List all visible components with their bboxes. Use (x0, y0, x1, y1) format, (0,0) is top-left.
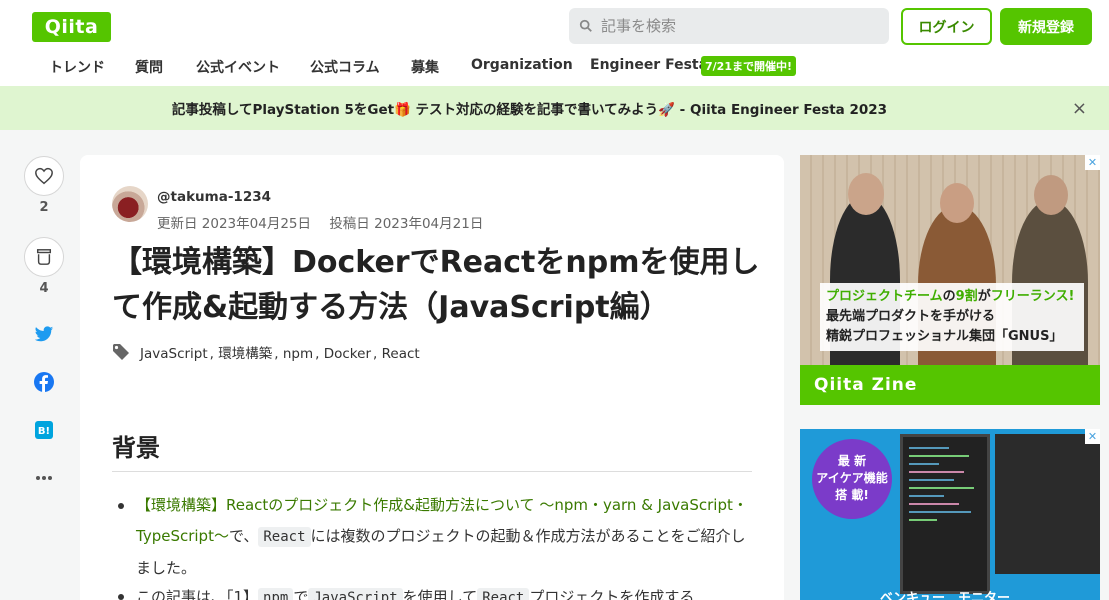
text-span: を使用して (402, 588, 478, 600)
text-span: プロジェクトを作成する (529, 588, 695, 600)
tag-list: JavaScript, 環境構築, npm, Docker, React (112, 342, 422, 362)
article-title: 【環境構築】DockerでReactをnpmを使用して作成&起動する方法（Jav… (112, 245, 760, 325)
qiita-logo[interactable]: Qiita (32, 12, 111, 42)
ad-badge: 最 新 アイケア機能 搭 載! (812, 439, 892, 519)
tag-javascript[interactable]: JavaScript (140, 346, 208, 362)
search-input[interactable] (601, 17, 881, 35)
banner-text[interactable]: 記事投稿してPlayStation 5をGet🎁 テスト対応の経験を記事で書いて… (172, 98, 887, 118)
ad-text: 精鋭プロフェッショナル集団「GNUS」 (826, 329, 1063, 344)
bullet-paragraph: 【環境構築】Reactのプロジェクト作成&起動方法について 〜npm・yarn … (136, 490, 751, 584)
text-span: で (293, 588, 309, 600)
ad-banner-monitor[interactable]: 最 新 アイケア機能 搭 載! ベンキュー モニター「GW2790QT」 ✕ (800, 429, 1100, 600)
like-count: 2 (39, 200, 49, 215)
ad-text: フリーランス! (990, 289, 1075, 304)
tag-npm[interactable]: npm (283, 346, 313, 362)
inline-code: React (477, 588, 530, 600)
ad-footer: Qiita Zine (800, 365, 1100, 405)
ad-banner-qiita-zine[interactable]: プロジェクトチームの9割がフリーランス! 最先端プロダクトを手がける 精鋭プロフ… (800, 155, 1100, 405)
like-button[interactable] (24, 156, 64, 196)
nav-questions[interactable]: 質問 (135, 57, 163, 77)
ad-text: 最先端プロダクトを手がける (826, 309, 996, 324)
site-header: Qiita ログイン 新規登録 トレンド 質問 公式イベント 公式コラム 募集 … (0, 0, 1109, 86)
stock-button[interactable] (24, 237, 64, 277)
heart-icon (35, 167, 53, 185)
nav-trend[interactable]: トレンド (49, 57, 105, 77)
facebook-icon[interactable] (33, 371, 55, 393)
stock-icon (36, 249, 52, 265)
author-name[interactable]: @takuma-1234 (157, 189, 271, 205)
login-button[interactable]: ログイン (901, 8, 992, 45)
bullet-paragraph: この記事は、「1】 npm で JavaScript を使用して React プロジェクトを… (136, 582, 751, 600)
twitter-icon[interactable] (33, 323, 55, 345)
text-span: この記事は、「1】 (136, 588, 259, 600)
monitor-image (900, 434, 990, 594)
tag-icon (113, 344, 129, 360)
updated-date: 更新日 2023年04月25日 (157, 216, 312, 232)
announcement-banner: 記事投稿してPlayStation 5をGet🎁 テスト対応の経験を記事で書いて… (0, 86, 1109, 130)
stock-count: 4 (39, 281, 49, 296)
ad-text: の (942, 289, 956, 304)
search-icon (579, 19, 592, 32)
nav-official-events[interactable]: 公式イベント (196, 57, 280, 77)
nav-official-column[interactable]: 公式コラム (310, 57, 380, 77)
ad-close-icon[interactable]: ✕ (1085, 155, 1100, 170)
bullet-dot (118, 594, 124, 600)
ad-text: が (977, 289, 991, 304)
inline-code: npm (258, 588, 294, 600)
ad-text: プロジェクトチーム (826, 289, 943, 304)
tag-env-setup[interactable]: 環境構築 (218, 346, 272, 362)
nav-engineer-festa[interactable]: Engineer Festa (590, 57, 708, 73)
ad-copy: プロジェクトチームの9割がフリーランス! 最先端プロダクトを手がける 精鋭プロフ… (820, 283, 1084, 351)
ad-close-icon[interactable]: ✕ (1085, 429, 1100, 444)
nav-recruit[interactable]: 募集 (411, 57, 439, 77)
person-head (940, 183, 974, 223)
search-box[interactable] (569, 8, 889, 44)
inline-code: React (258, 527, 311, 547)
hatena-bookmark-icon[interactable]: B! (33, 419, 55, 441)
bullet-dot (118, 503, 124, 509)
person-head (848, 173, 884, 215)
ad-caption: ベンキュー モニター「GW2790QT」 (880, 591, 1011, 600)
inline-code: JavaScript (308, 588, 403, 600)
ad-text: 搭 載! (835, 488, 869, 502)
article-dates: 更新日 2023年04月25日 投稿日 2023年04月21日 (157, 212, 497, 232)
ad-text: アイケア機能 (816, 471, 888, 485)
ad-text: 9割 (955, 289, 978, 304)
nav-organization[interactable]: Organization (471, 57, 573, 73)
festa-badge: 7/21まで開催中! (701, 56, 796, 76)
more-options-icon[interactable] (33, 467, 55, 489)
close-icon[interactable]: × (1072, 98, 1087, 119)
ad-text: 最 新 (837, 454, 867, 468)
svg-text:B!: B! (38, 426, 50, 437)
section-heading: 背景 (112, 428, 752, 472)
signup-button[interactable]: 新規登録 (1000, 8, 1092, 45)
tag-docker[interactable]: Docker (324, 346, 371, 362)
monitor-image-right (995, 434, 1100, 574)
posted-date: 投稿日 2023年04月21日 (329, 216, 484, 232)
tag-react[interactable]: React (382, 346, 420, 362)
text-span: で、 (228, 527, 259, 545)
author-avatar[interactable] (112, 186, 148, 222)
person-head (1034, 175, 1068, 215)
